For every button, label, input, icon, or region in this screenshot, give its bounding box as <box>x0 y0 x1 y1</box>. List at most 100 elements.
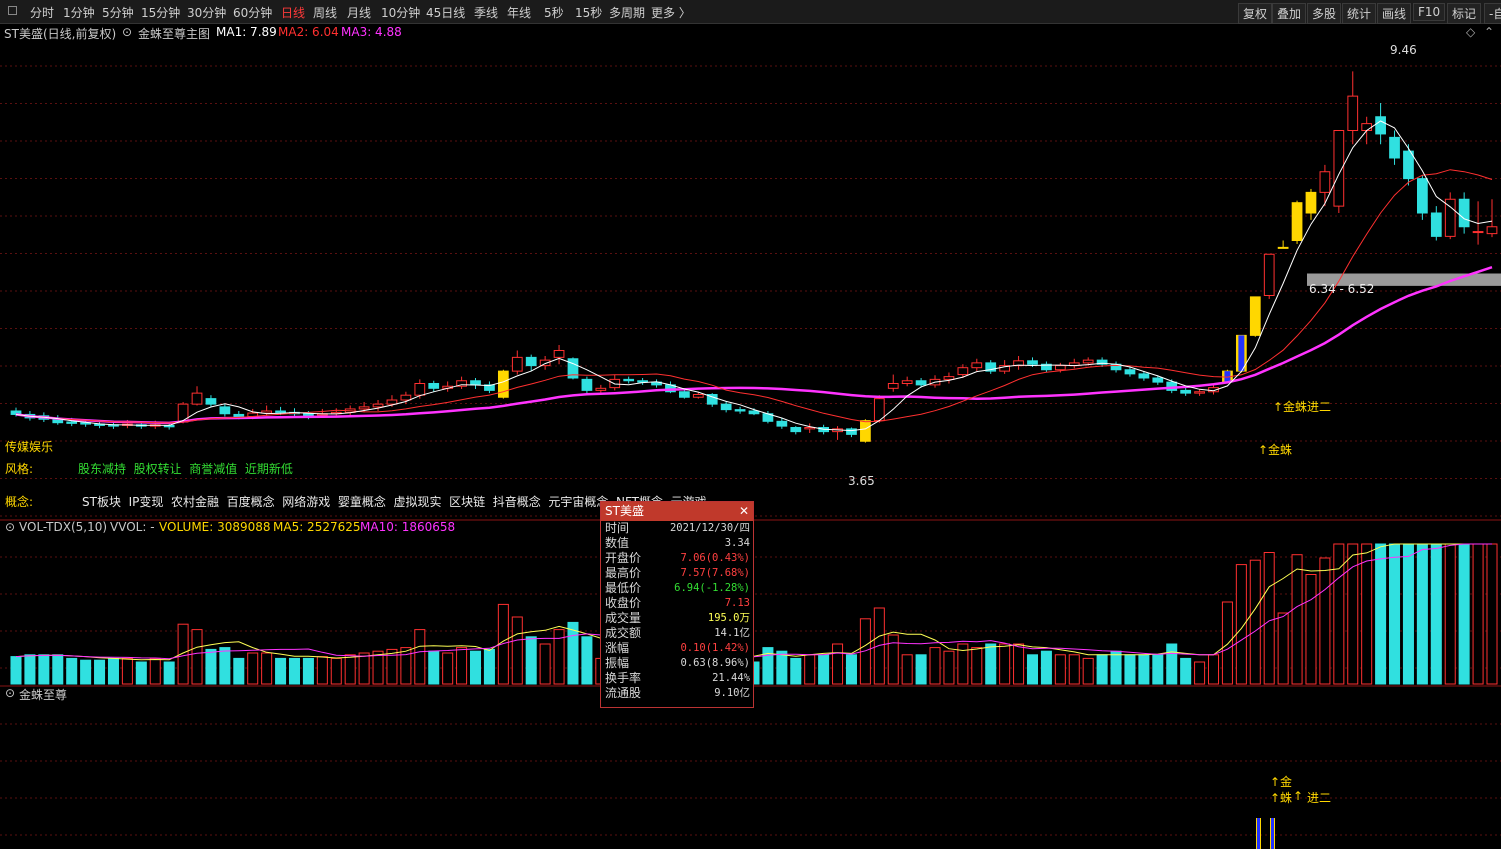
volume-bar <box>943 650 955 685</box>
volume-bar <box>1277 612 1289 685</box>
signal-candle-core <box>1238 335 1245 372</box>
candle-body <box>205 398 217 405</box>
toolbar-toggle-icon[interactable] <box>8 6 17 15</box>
volume-bar <box>1040 650 1052 685</box>
candle-body <box>971 362 983 369</box>
toolbar-button-5[interactable]: F10 <box>1413 3 1446 21</box>
diamond-icon[interactable]: ◇ <box>1466 25 1475 39</box>
candle-body <box>790 427 802 433</box>
candle-body <box>386 399 398 405</box>
toolbar-button-0[interactable]: 复权 <box>1238 3 1273 24</box>
candle-body <box>1347 95 1359 131</box>
tooltip-value: 14.1亿 <box>714 627 750 639</box>
period-tab-11[interactable]: 季线 <box>474 4 498 21</box>
volume-bar <box>191 629 203 685</box>
period-tab-8[interactable]: 月线 <box>347 4 371 21</box>
bottom-signal-jiner: 进二 <box>1307 791 1332 805</box>
tooltip-key: 收盘价 <box>605 596 642 610</box>
ma2-value: MA2: 6.04 <box>278 25 339 39</box>
volume-bar <box>929 647 941 685</box>
ma3-value: MA3: 4.88 <box>341 25 402 39</box>
period-tab-3[interactable]: 15分钟 <box>141 4 180 21</box>
candle-body <box>372 403 384 408</box>
period-tab-7[interactable]: 周线 <box>313 4 337 21</box>
period-tab-6[interactable]: 日线 <box>281 4 305 21</box>
indicator-settings-icon[interactable]: ⊙ <box>122 25 132 39</box>
candle-body <box>720 403 732 411</box>
candle-body <box>957 367 969 376</box>
candle-body <box>734 409 746 412</box>
candle-body <box>1027 360 1038 365</box>
candle-body <box>511 356 523 372</box>
low-price-label: 3.65 <box>848 474 875 488</box>
candle-body <box>1054 365 1066 371</box>
period-tab-15[interactable]: 多周期 <box>609 4 645 21</box>
candle-body <box>581 378 593 391</box>
volume-bar <box>483 648 495 685</box>
candle-body <box>1249 296 1261 336</box>
ma2-line <box>15 169 1493 424</box>
tooltip-key: 最低价 <box>605 581 642 595</box>
candle-body <box>776 420 788 427</box>
toolbar-button-2[interactable]: 多股 <box>1307 3 1342 24</box>
vol-ma10-value: MA10: 1860658 <box>360 520 456 534</box>
period-tab-0[interactable]: 分时 <box>30 4 54 21</box>
volume-settings-icon[interactable]: ⊙ <box>5 520 15 534</box>
volume-bar <box>525 636 537 685</box>
style-values: 股东减持 股权转让 商誉减值 近期新低 <box>78 462 293 476</box>
volume-indicator-name[interactable]: VOL-TDX(5,10) <box>19 520 107 534</box>
period-tab-5[interactable]: 60分钟 <box>233 4 272 21</box>
volume-bar <box>985 643 997 685</box>
volume-bar <box>1068 654 1080 685</box>
candle-body <box>177 403 189 423</box>
bottom-indicator-name[interactable]: 金蛛至尊 <box>19 686 67 703</box>
candle-body <box>679 391 690 398</box>
volume-bar <box>1319 557 1331 685</box>
volume-bar <box>177 623 189 685</box>
volume-bar <box>1291 554 1303 685</box>
close-icon[interactable]: ✕ <box>739 502 749 521</box>
toolbar: 分时 1分钟 5分钟 15分钟 30分钟 60分钟 日线 周线 月线 10分钟 45日线 季线 年线 5秒… <box>0 0 1501 24</box>
toolbar-button-1[interactable]: 叠加 <box>1272 3 1307 24</box>
volume-bar <box>1305 574 1317 685</box>
period-tab-16[interactable]: 更多 〉 <box>651 4 691 21</box>
collapse-icon[interactable]: ⌃ <box>1484 25 1494 39</box>
toolbar-button-3[interactable]: 统计 <box>1342 3 1377 24</box>
candle-body <box>860 420 871 442</box>
indicator-name[interactable]: 金蛛至尊主图 <box>138 25 210 42</box>
stock-title: ST美盛(日线,前复权) <box>4 27 117 41</box>
candle-body <box>901 380 913 384</box>
period-tab-12[interactable]: 年线 <box>507 4 531 21</box>
toolbar-button-4[interactable]: 画线 <box>1377 3 1412 24</box>
candle-body <box>1124 369 1136 375</box>
period-tab-4[interactable]: 30分钟 <box>187 4 226 21</box>
jinzhu-jiner-signal: ↑金蛛进二 <box>1273 400 1332 414</box>
period-tab-9[interactable]: 10分钟 <box>381 4 420 21</box>
bottom-settings-icon[interactable]: ⊙ <box>5 686 15 700</box>
toolbar-button-7[interactable]: -自 <box>1484 3 1501 24</box>
tooltip-value: 2021/12/30/四 <box>669 522 750 534</box>
candle-body <box>1361 123 1373 131</box>
tooltip-key: 流通股 <box>605 686 642 700</box>
period-tab-1[interactable]: 1分钟 <box>63 4 95 21</box>
volume-bar <box>832 643 844 685</box>
candle-body <box>887 383 899 389</box>
tooltip-key: 涨幅 <box>605 641 630 655</box>
volume-bar <box>163 661 175 685</box>
period-tab-13[interactable]: 5秒 <box>544 4 564 21</box>
candle-body <box>1375 116 1386 135</box>
period-tab-2[interactable]: 5分钟 <box>102 4 134 21</box>
bottom-signal-jin: ↑金 <box>1270 775 1293 789</box>
candle-body <box>1486 226 1498 235</box>
toolbar-button-6[interactable]: 标记 <box>1447 3 1482 24</box>
volume-bar <box>80 659 92 685</box>
tooltip-title: ST美盛 ✕ <box>601 502 753 521</box>
candle-body <box>1417 178 1428 214</box>
period-tab-10[interactable]: 45日线 <box>426 4 465 21</box>
volume-bar <box>845 654 857 685</box>
tooltip-key: 数值 <box>605 536 630 550</box>
chart-area[interactable] <box>0 24 1501 849</box>
volume-bar <box>1166 643 1178 685</box>
volume-bar <box>358 652 370 685</box>
period-tab-14[interactable]: 15秒 <box>575 4 602 21</box>
